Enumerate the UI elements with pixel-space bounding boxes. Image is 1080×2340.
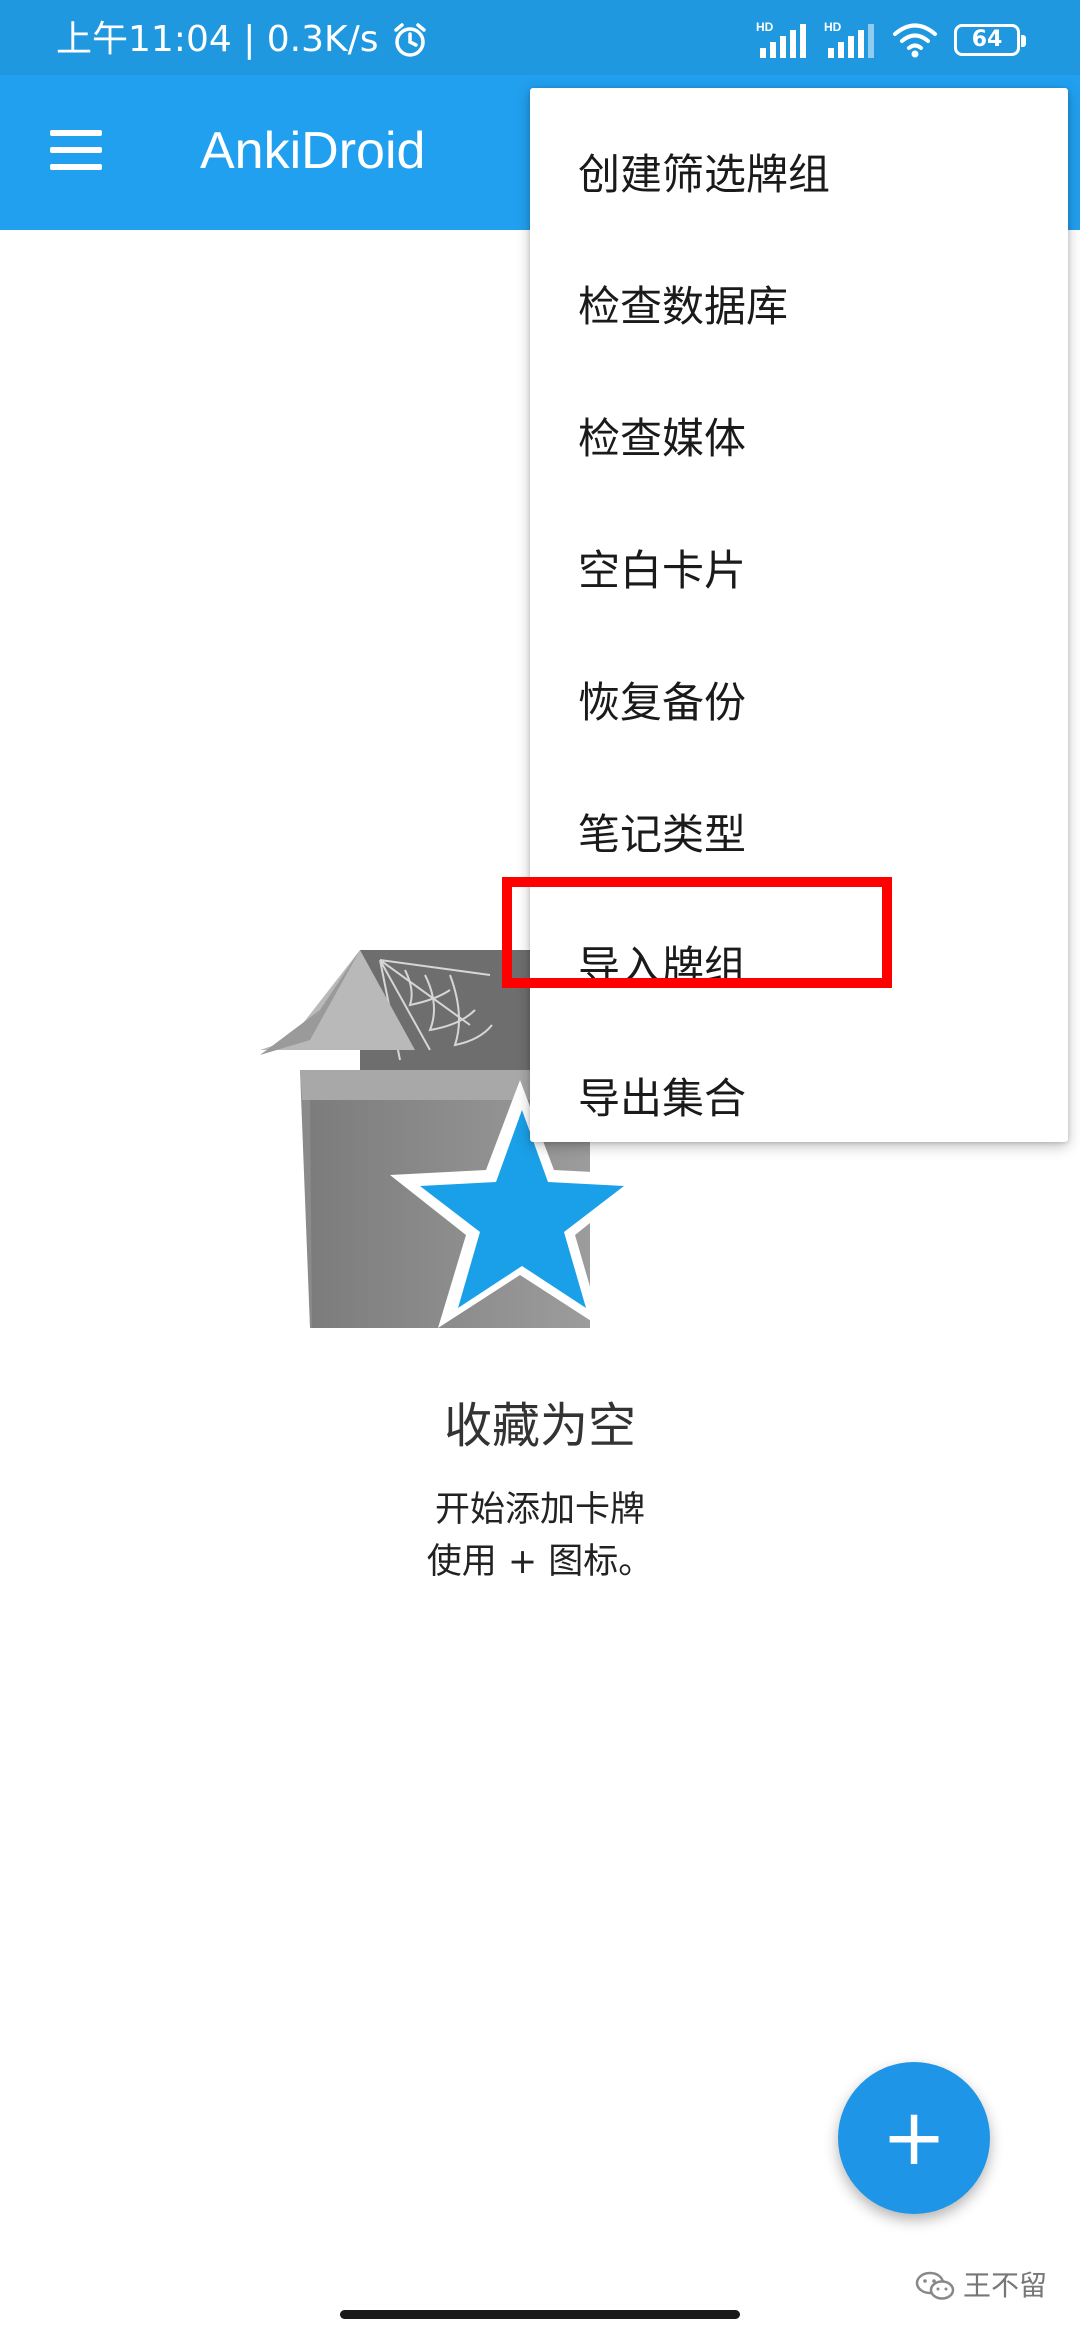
menu-item-export-collection[interactable]: 导出集合 [530,1033,1068,1165]
battery-icon: 64 [954,24,1026,56]
status-bar: 上午11:04 | 0.3K/s HD HD 64 [0,0,1080,75]
menu-item-empty-cards[interactable]: 空白卡片 [530,505,1068,637]
highlight-annotation [502,877,892,988]
menu-item-check-database[interactable]: 检查数据库 [530,241,1068,373]
wifi-icon [893,23,937,58]
menu-item-create-filtered-deck[interactable]: 创建筛选牌组 [530,109,1068,241]
status-right: HD HD 64 [756,18,1026,62]
status-time: 上午11:04 [56,19,232,60]
empty-state-title: 收藏为空 [443,1398,636,1454]
empty-state-subtitle: 开始添加卡牌 使用 + 图标。 [0,1484,1080,1588]
add-fab-button[interactable]: + [838,2062,990,2214]
svg-text:HD: HD [824,20,842,34]
status-separator: | [231,19,267,60]
watermark: 王不留 [915,2270,1047,2302]
menu-item-check-media[interactable]: 检查媒体 [530,373,1068,505]
hamburger-menu-icon[interactable] [50,130,106,170]
app-title: AnkiDroid [200,122,426,180]
wechat-icon [915,2271,955,2300]
menu-item-restore-backup[interactable]: 恢复备份 [530,637,1068,769]
watermark-text: 王不留 [963,2269,1048,2302]
empty-state-subtitle-line1: 开始添加卡牌 [434,1490,645,1530]
signal-icon: HD [756,20,806,58]
svg-text:HD: HD [756,20,774,34]
alarm-icon [393,23,426,57]
status-left: 上午11:04 | 0.3K/s [56,20,429,60]
signal-icon-2: HD [824,20,874,58]
home-indicator[interactable] [340,2310,740,2319]
empty-state-subtitle-line2: 使用 + 图标。 [426,1542,654,1582]
screen: 上午11:04 | 0.3K/s HD HD 64 AnkiDroid 收藏为空… [0,0,1080,2340]
status-network-speed: 0.3K/s [266,19,379,60]
